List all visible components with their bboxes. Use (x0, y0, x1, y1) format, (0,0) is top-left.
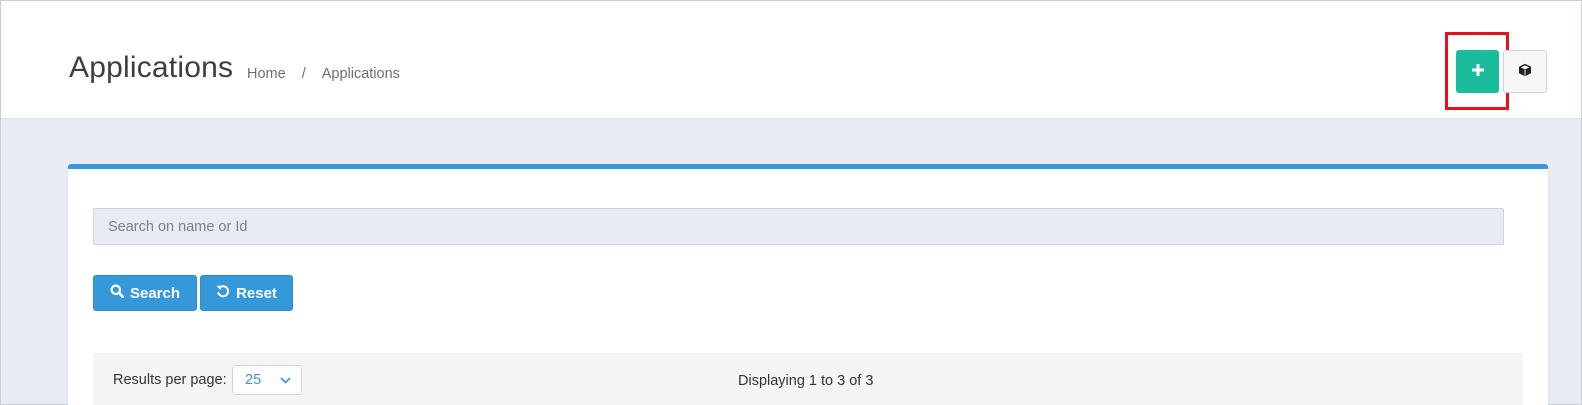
search-input[interactable] (93, 208, 1504, 245)
displaying-count: Displaying 1 to 3 of 3 (738, 373, 874, 389)
plus-icon (1471, 64, 1484, 79)
results-per-page-select[interactable]: 25 (232, 365, 302, 395)
search-card: Search Reset Results per page: 25 Displa… (68, 164, 1548, 405)
search-icon (110, 284, 125, 302)
package-button[interactable] (1503, 50, 1547, 93)
results-per-page-label: Results per page: (113, 372, 227, 388)
search-button[interactable]: Search (93, 275, 197, 311)
results-per-page-value: 25 (245, 372, 262, 388)
breadcrumb: Home / Applications (247, 66, 400, 82)
breadcrumb-home-link[interactable]: Home (247, 66, 286, 82)
reset-button-label: Reset (236, 284, 277, 302)
undo-icon (216, 284, 230, 302)
chevron-down-icon (280, 371, 291, 389)
breadcrumb-separator: / (301, 66, 306, 82)
breadcrumb-current: Applications (321, 66, 400, 82)
cube-icon (1518, 63, 1532, 80)
page-title: Applications (69, 51, 234, 84)
results-toolbar: Results per page: 25 Displaying 1 to 3 o… (93, 353, 1523, 405)
search-button-label: Search (129, 284, 181, 302)
page-header: Applications Home / Applications (1, 1, 1581, 119)
add-application-button[interactable] (1456, 50, 1499, 93)
reset-button[interactable]: Reset (200, 275, 293, 311)
